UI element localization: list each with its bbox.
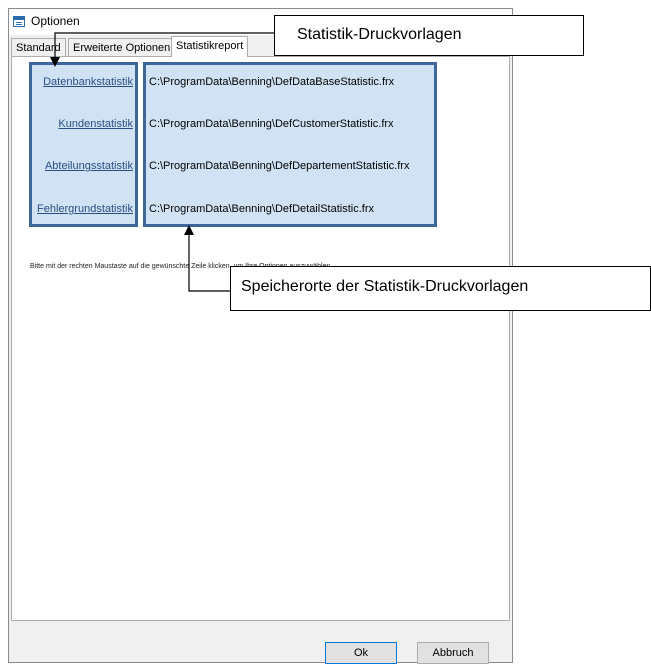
callout-locations: Speicherorte der Statistik-Druckvorlagen — [230, 266, 651, 311]
tab-statistikreport[interactable]: Statistikreport — [171, 36, 249, 57]
annotation-arrows — [50, 32, 274, 292]
arrow-to-paths — [184, 225, 230, 292]
callout-templates: Statistik-Druckvorlagen — [274, 15, 584, 56]
